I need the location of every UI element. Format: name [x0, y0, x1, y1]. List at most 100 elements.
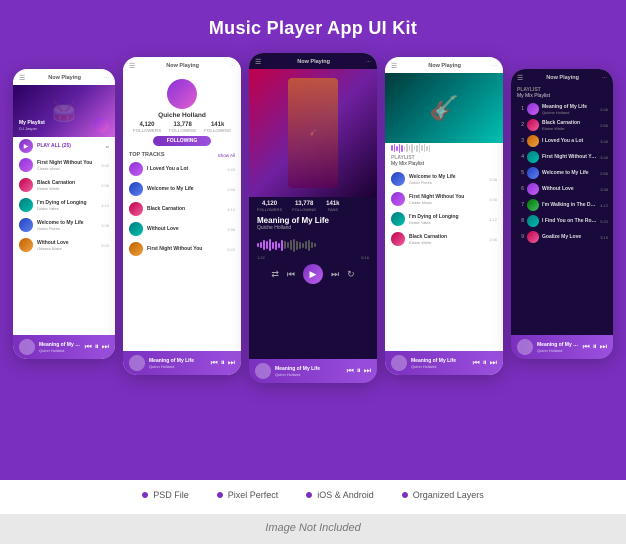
play-button-1[interactable]: ⏸ — [95, 342, 99, 352]
play-pause-button[interactable]: ▶ — [303, 264, 323, 284]
song-dur-4: 3:38 — [101, 223, 109, 228]
p4-song-4[interactable]: Black Carnation Elaine White 2:56 — [385, 229, 503, 249]
shuffle-button[interactable]: ⇄ — [271, 269, 279, 280]
fstat-fans-label: FANS — [326, 207, 339, 212]
fans-label: FOLLOWING — [204, 128, 231, 133]
show-all-link[interactable]: Show All — [218, 153, 235, 158]
p4-dur-1: 3:38 — [489, 177, 497, 182]
p4-avatar-4 — [391, 232, 405, 246]
waveform-bar — [305, 241, 307, 249]
p4-song-3[interactable]: I'm Dying of Longing Drake Yates 4:12 — [385, 209, 503, 229]
song-artist-2: Elaine White — [37, 186, 97, 191]
track-item-3[interactable]: Black Carnation 4:12 — [123, 199, 241, 219]
play-button-4[interactable]: ⏸ — [483, 358, 487, 368]
menu-icon[interactable]: ⋯ — [104, 75, 109, 81]
waveform-bar — [266, 241, 268, 249]
song-artist-4: Guido Flores — [37, 226, 97, 231]
top-tracks-header: TOP TRACKS Show All — [123, 149, 241, 159]
waveform-bar — [278, 243, 280, 248]
dot-psd — [142, 492, 148, 498]
play-button-5[interactable]: ⏸ — [593, 342, 597, 352]
np-text-2: Meaning of My Life Quinn Holland — [149, 358, 207, 369]
track-item-4[interactable]: Without Love 3:38 — [123, 219, 241, 239]
phone-2-title: Now Playing — [135, 63, 230, 69]
song-avatar-3 — [19, 198, 33, 212]
prev-button-4[interactable]: ⏮ — [473, 358, 480, 368]
p4-text-1: Welcome to My Life Guido Flores — [409, 174, 485, 185]
next-btn-np3[interactable]: ⏭ — [364, 366, 371, 376]
prev-btn-np3[interactable]: ⏮ — [347, 366, 354, 376]
track-dur-1: 3:45 — [227, 167, 235, 172]
menu-icon-3[interactable]: ⋯ — [366, 59, 371, 65]
pl-row-3[interactable]: 3 I Loved You a Lot 3:45 — [511, 133, 613, 149]
now-playing-bar-1: Meaning of My Life Quinn Holland ⏮ ⏸ ⏭ — [13, 335, 115, 359]
feature-psd: PSD File — [142, 490, 189, 500]
next-button-1[interactable]: ⏭ — [102, 342, 109, 352]
song-item-3[interactable]: I'm Dying of Longing Drake Yates 4:12 — [13, 195, 115, 215]
track-avatar-2 — [129, 182, 143, 196]
prev-button-3[interactable]: ⏮ — [287, 269, 295, 280]
play-all-button[interactable]: ▶ — [19, 139, 33, 153]
track-item-5[interactable]: First Night Without You 5:20 — [123, 239, 241, 259]
np-text-4: Meaning of My Life Quinn Holland — [411, 358, 469, 369]
pl-row-7[interactable]: 7 I'm Walking in The Dark 4:12 — [511, 197, 613, 213]
play-btn-np3[interactable]: ⏸ — [357, 366, 361, 376]
waveform-bar — [308, 240, 310, 251]
featured-hero: 🎸 — [249, 69, 377, 197]
phone-4-topbar: ☰ Now Playing ⋯ — [385, 57, 503, 73]
pl-row-4[interactable]: 4 First Night Without You 3:45 — [511, 149, 613, 165]
next-button-2[interactable]: ⏭ — [228, 358, 235, 368]
next-button-3[interactable]: ⏭ — [331, 269, 339, 280]
track-item-2[interactable]: Welcome to My Life 2:56 — [123, 179, 241, 199]
play-button-2[interactable]: ⏸ — [221, 358, 225, 368]
profile-section: Quiche Holland 4,120 FOLLOWERS 13,778 FO… — [123, 73, 241, 149]
track-item-1[interactable]: I Loved You a Lot 3:45 — [123, 159, 241, 179]
phone-2: ☰ Now Playing ⋯ Quiche Holland 4,120 FOL… — [123, 57, 241, 375]
pl-row-9[interactable]: 9 Goalize My Love 3:15 — [511, 229, 613, 245]
prev-button-2[interactable]: ⏮ — [211, 358, 218, 368]
pl-text-8: I Find You on The Roads — [542, 218, 597, 224]
track-dur-5: 5:20 — [227, 247, 235, 252]
next-button-5[interactable]: ⏭ — [600, 342, 607, 352]
song-item-4[interactable]: Welcome to My Life Guido Flores 3:38 — [13, 215, 115, 235]
footer-features: PSD File Pixel Perfect iOS & Android Org… — [0, 490, 626, 500]
pl-row-6[interactable]: 6 Without Love 3:38 — [511, 181, 613, 197]
song-text-3: I'm Dying of Longing Drake Yates — [37, 200, 97, 211]
fstat-following: 13,778 FOLLOWING — [292, 201, 316, 212]
song-item-2[interactable]: Black Carnation Elaine White 2:56 — [13, 175, 115, 195]
shuffle-icon[interactable]: ⇄ — [106, 144, 109, 149]
next-button-4[interactable]: ⏭ — [490, 358, 497, 368]
prev-button-1[interactable]: ⏮ — [85, 342, 92, 352]
featured-song-artist: Quiche Holland — [249, 225, 377, 235]
pl-row-2[interactable]: 2 Black Carnation Elaine White 2:56 — [511, 117, 613, 133]
feature-layers-label: Organized Layers — [413, 490, 484, 500]
waveform-bar — [314, 243, 316, 247]
play-all-row[interactable]: ▶ PLAY ALL (25) ⇄ — [13, 137, 115, 155]
pl-row-1[interactable]: 1 Meaning of My Life Quiche Holland 2:46 — [511, 101, 613, 117]
follow-button[interactable]: FOLLOWING — [153, 136, 212, 146]
waveform-bar — [311, 242, 313, 248]
track-name-1: I Loved You a Lot — [147, 166, 223, 172]
menu-icon-4[interactable]: ⋯ — [492, 63, 497, 69]
song-item-5[interactable]: Without Love Odessa Blake 5:20 — [13, 235, 115, 255]
song-dur-2: 2:56 — [101, 183, 109, 188]
menu-icon-5[interactable]: ⋯ — [602, 75, 607, 81]
pl-text-6: Without Love — [542, 186, 597, 192]
pl-row-5[interactable]: 5 Welcome to My Life 2:56 — [511, 165, 613, 181]
prev-button-5[interactable]: ⏮ — [583, 342, 590, 352]
track-text-4: Without Love — [147, 226, 223, 232]
menu-icon-2[interactable]: ⋯ — [230, 63, 235, 69]
repeat-button[interactable]: ↻ — [347, 269, 355, 280]
pl-name-7: I'm Walking in The Dark — [542, 202, 597, 208]
song-item-1[interactable]: First Night Without You Chase Music 3:45 — [13, 155, 115, 175]
pl-row-8[interactable]: 8 I Find You on The Roads 5:20 — [511, 213, 613, 229]
track-dur-4: 3:38 — [227, 227, 235, 232]
pl-text-1: Meaning of My Life Quiche Holland — [542, 104, 597, 115]
p4-song-2[interactable]: First Night Without You Chase Music 3:45 — [385, 189, 503, 209]
waveform-bar — [269, 239, 271, 251]
phone-4-hero: 🎸 — [385, 73, 503, 143]
p4-song-1[interactable]: Welcome to My Life Guido Flores 3:38 — [385, 169, 503, 189]
waveform-bar — [284, 241, 286, 249]
waveform-bar — [263, 240, 265, 250]
waveform — [249, 235, 377, 255]
